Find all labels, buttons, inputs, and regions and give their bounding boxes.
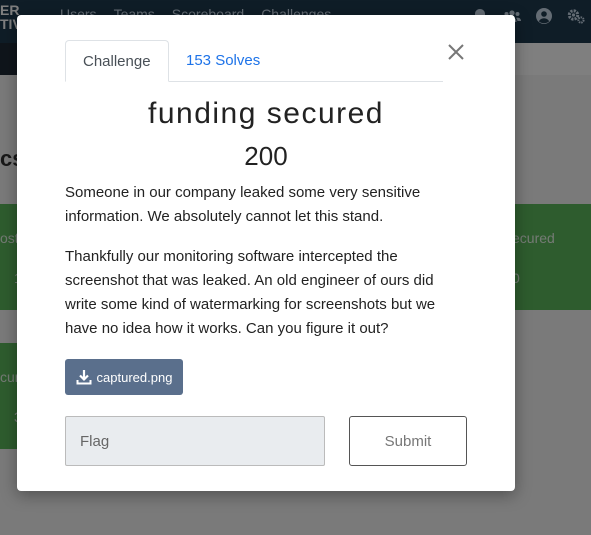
- flag-input[interactable]: [65, 416, 325, 466]
- challenge-value: 200: [244, 141, 288, 171]
- challenge-modal: Challenge 153 Solves funding secured 200…: [17, 15, 515, 491]
- close-icon: [448, 44, 464, 60]
- challenge-description-p2: Thankfully our monitoring software inter…: [65, 248, 436, 337]
- tab-challenge[interactable]: Challenge: [65, 40, 169, 82]
- file-download-button[interactable]: captured.png: [65, 359, 183, 395]
- submit-button[interactable]: Submit: [349, 416, 467, 466]
- modal-tabs: Challenge 153 Solves: [65, 40, 443, 82]
- challenge-title: funding secured: [148, 97, 384, 130]
- challenge-description-p1: Someone in our company leaked some very …: [65, 184, 421, 225]
- file-name: captured.png: [96, 369, 173, 385]
- close-button[interactable]: [446, 42, 466, 62]
- download-icon: [76, 370, 92, 385]
- tab-solves[interactable]: 153 Solves: [169, 40, 277, 81]
